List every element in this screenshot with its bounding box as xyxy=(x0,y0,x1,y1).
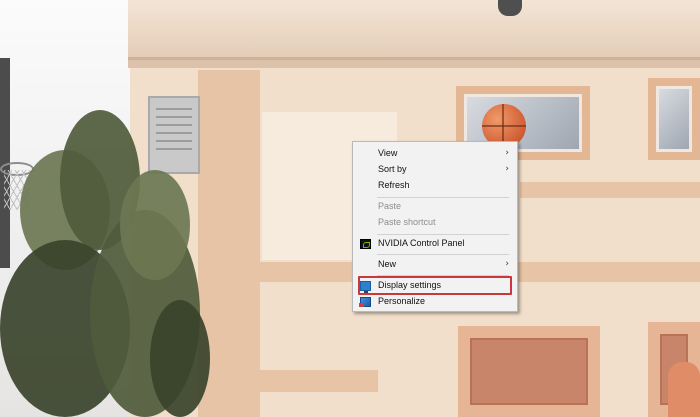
wallpaper-roof xyxy=(128,0,700,60)
wallpaper-band xyxy=(198,370,378,392)
wallpaper-window xyxy=(648,78,700,160)
wallpaper-tree xyxy=(120,170,190,280)
chevron-right-icon: › xyxy=(505,164,509,174)
wallpaper-ac-unit xyxy=(148,96,200,174)
wallpaper-roof-edge xyxy=(128,60,700,68)
desktop-context-menu: View › Sort by › Refresh Paste Paste sho… xyxy=(352,141,518,312)
wallpaper-band xyxy=(520,182,700,198)
menu-item-refresh[interactable]: Refresh xyxy=(355,178,515,194)
wallpaper-camera xyxy=(498,0,522,16)
personalize-icon xyxy=(359,297,371,307)
desktop-wallpaper[interactable] xyxy=(0,0,700,417)
menu-item-paste[interactable]: Paste xyxy=(355,199,515,215)
menu-item-label: Refresh xyxy=(378,180,410,190)
menu-item-label: New xyxy=(378,259,397,269)
menu-item-personalize[interactable]: Personalize xyxy=(355,294,515,310)
menu-item-label: Sort by xyxy=(378,164,407,174)
wallpaper-tree xyxy=(150,300,210,417)
menu-item-nvidia-control-panel[interactable]: NVIDIA Control Panel xyxy=(355,236,515,252)
menu-item-label: Paste xyxy=(378,201,402,211)
menu-separator xyxy=(377,254,509,255)
display-settings-highlight xyxy=(358,276,512,295)
menu-item-view[interactable]: View › xyxy=(355,146,515,162)
chevron-right-icon: › xyxy=(505,259,509,269)
menu-separator xyxy=(377,234,509,235)
menu-item-label: NVIDIA Control Panel xyxy=(378,238,465,248)
wallpaper-door xyxy=(458,326,600,417)
menu-separator xyxy=(377,197,509,198)
menu-item-sort-by[interactable]: Sort by › xyxy=(355,162,515,178)
nvidia-icon xyxy=(360,239,371,249)
chevron-right-icon: › xyxy=(505,148,509,158)
menu-item-label: Personalize xyxy=(378,296,426,306)
menu-item-label: Paste shortcut xyxy=(378,217,436,227)
menu-item-new[interactable]: New › xyxy=(355,257,515,273)
menu-item-paste-shortcut[interactable]: Paste shortcut xyxy=(355,215,515,231)
menu-item-label: View xyxy=(378,148,398,158)
wallpaper-hand xyxy=(668,362,700,417)
